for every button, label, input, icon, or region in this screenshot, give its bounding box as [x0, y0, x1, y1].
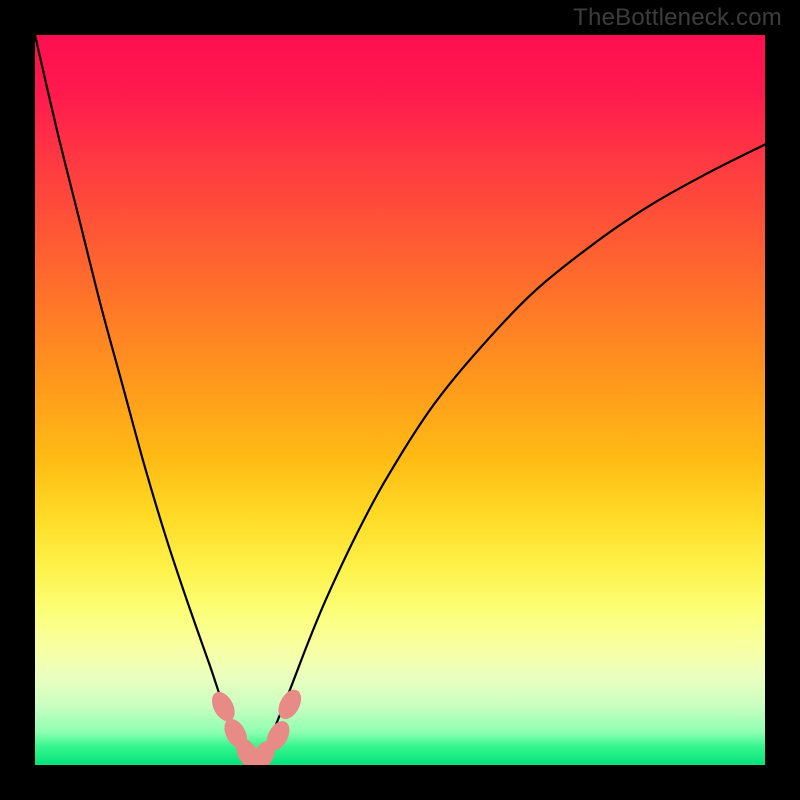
chart-frame: TheBottleneck.com [0, 0, 800, 800]
bottleneck-curve [35, 35, 765, 765]
plot-area [35, 35, 765, 765]
curve-svg [35, 35, 765, 765]
valley-markers [207, 686, 305, 765]
watermark-text: TheBottleneck.com [573, 4, 782, 32]
